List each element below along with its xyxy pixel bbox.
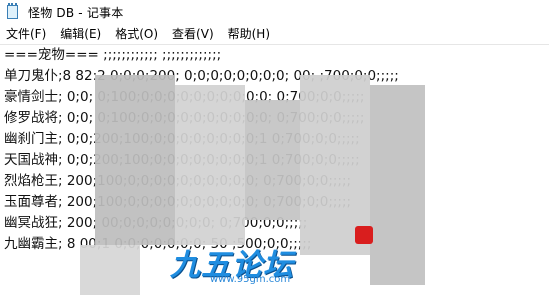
pixelated-mosaic — [175, 85, 245, 245]
pixelated-mosaic — [370, 85, 425, 285]
watermark-url: www.95gm.com — [210, 274, 291, 285]
menu-file[interactable]: 文件(F) — [0, 24, 53, 44]
menu-view[interactable]: 查看(V) — [165, 24, 221, 44]
pixelated-mosaic — [80, 245, 140, 295]
pixelated-mosaic — [245, 100, 300, 220]
menu-format[interactable]: 格式(O) — [108, 24, 165, 44]
window-title: 怪物 DB - 记事本 — [28, 5, 124, 20]
title-bar: 怪物 DB - 记事本 — [0, 0, 549, 24]
pixelated-mosaic — [95, 75, 175, 245]
menu-edit[interactable]: 编辑(E) — [53, 24, 108, 44]
text-line: ===宠物=== ;;;;;;;;;;;; ;;;;;;;;;;;;; — [4, 47, 222, 63]
menu-help[interactable]: 帮助(H) — [221, 24, 277, 44]
seal-icon — [355, 226, 373, 244]
site-watermark: 九五论坛 www.95gm.com — [170, 226, 373, 290]
menu-bar: 文件(F) 编辑(E) 格式(O) 查看(V) 帮助(H) — [0, 24, 549, 44]
notepad-icon — [6, 3, 20, 20]
